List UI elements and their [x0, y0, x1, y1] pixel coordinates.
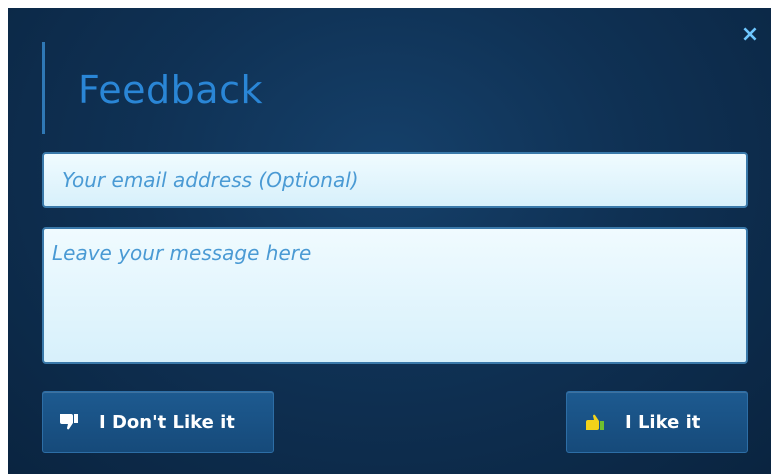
- dialog-title: Feedback: [78, 68, 263, 112]
- title-accent-bar: [42, 42, 45, 134]
- thumbs-down-icon: [57, 410, 81, 434]
- left-edge: [0, 0, 8, 474]
- feedback-dialog: × Feedback I Don't Like it I Like it: [0, 0, 771, 474]
- thumbs-up-icon: [583, 410, 607, 434]
- like-button[interactable]: I Like it: [566, 391, 748, 453]
- message-field[interactable]: [42, 227, 748, 364]
- dislike-button-label: I Don't Like it: [99, 411, 235, 433]
- close-icon[interactable]: ×: [739, 24, 761, 46]
- like-button-label: I Like it: [625, 411, 701, 433]
- dislike-button[interactable]: I Don't Like it: [42, 391, 274, 453]
- email-field[interactable]: [42, 152, 748, 208]
- top-edge: [0, 0, 771, 8]
